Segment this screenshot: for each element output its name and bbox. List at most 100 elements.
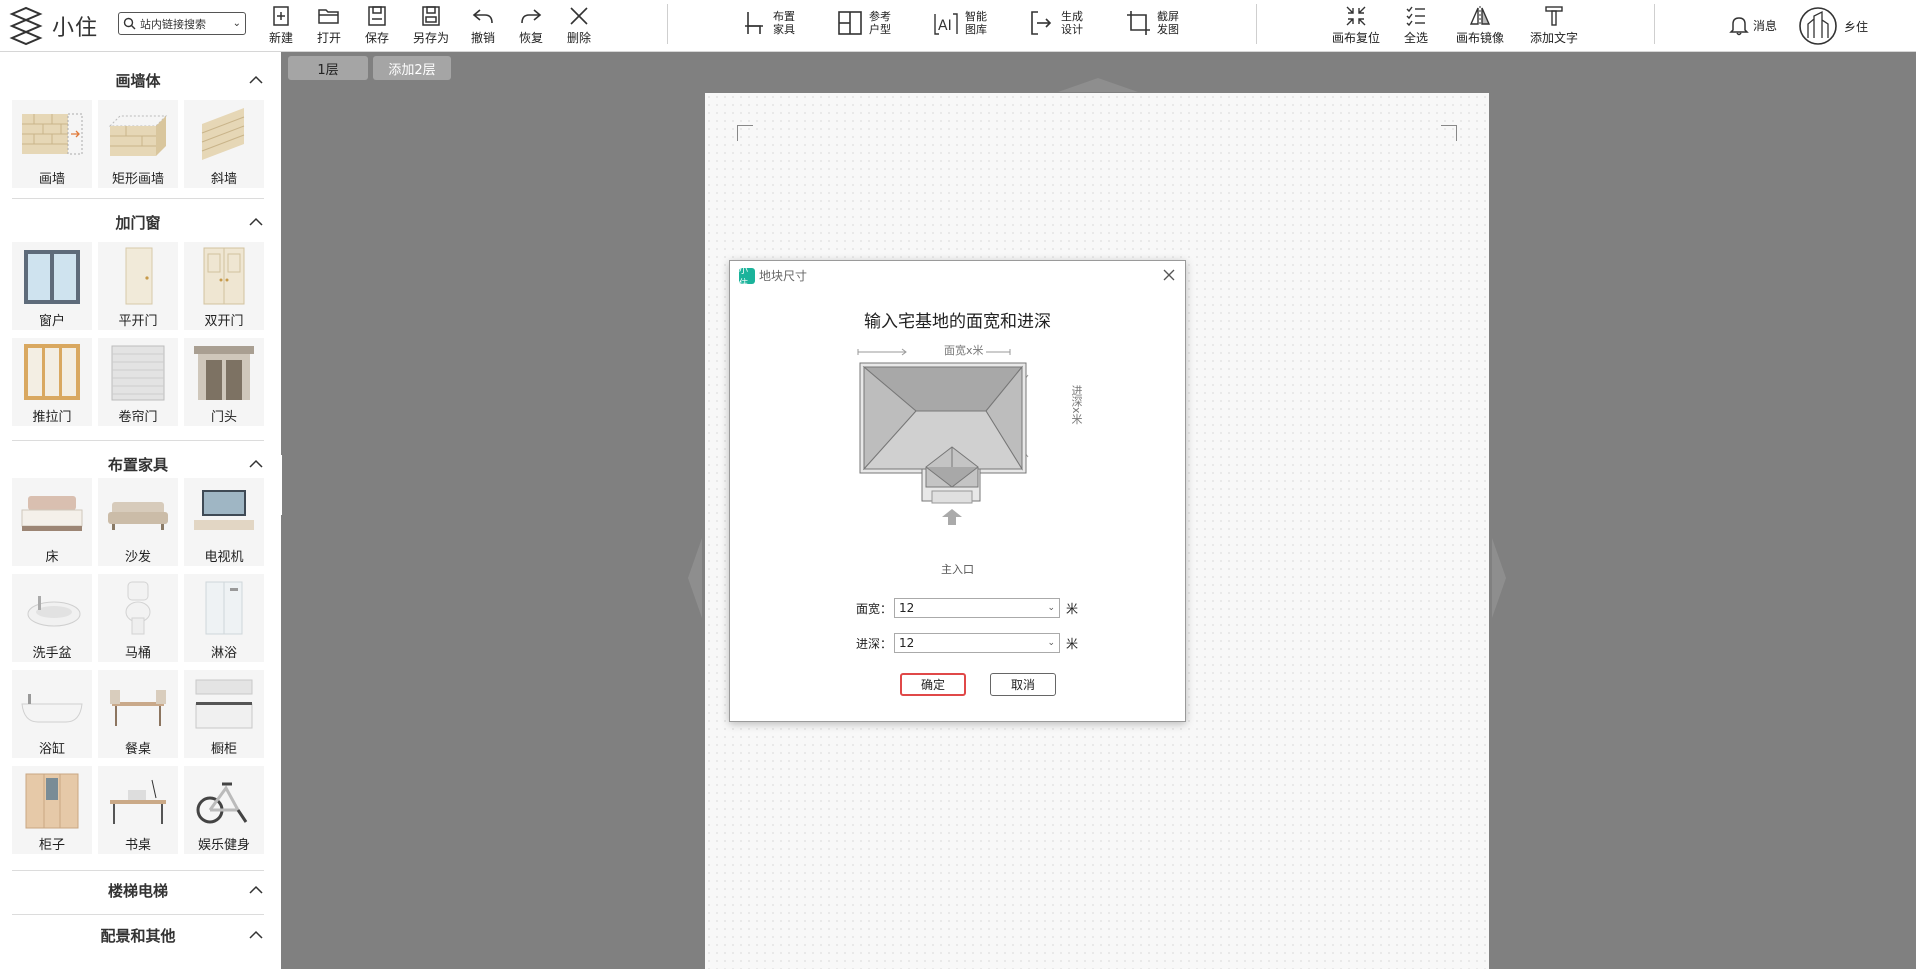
cancel-button[interactable]: 取消 bbox=[990, 673, 1056, 696]
tv-icon bbox=[194, 490, 254, 530]
generate-design-button[interactable]: 生成 设计 bbox=[1028, 8, 1083, 38]
select-all-button[interactable]: 全选 bbox=[1404, 4, 1428, 46]
mirror-canvas-button[interactable]: 画布镜像 bbox=[1456, 4, 1504, 46]
tool-draw-wall[interactable]: 画墙 bbox=[12, 100, 92, 188]
chevron-up-icon[interactable] bbox=[248, 882, 264, 898]
width-select[interactable]: 12 ⌄ bbox=[894, 598, 1060, 618]
new-button[interactable]: 新建 bbox=[269, 4, 293, 46]
tool-dining-table[interactable]: 餐桌 bbox=[98, 670, 178, 758]
reference-plan-button[interactable]: 参考 户型 bbox=[836, 8, 891, 38]
section-header-others[interactable]: 配景和其他 bbox=[12, 921, 264, 949]
scroll-up-icon[interactable] bbox=[1058, 78, 1138, 92]
depth-label: 进深： bbox=[856, 636, 893, 651]
section-divider bbox=[12, 914, 264, 915]
tool-slant-wall[interactable]: 斜墙 bbox=[184, 100, 264, 188]
section-header-stairs[interactable]: 楼梯电梯 bbox=[12, 876, 264, 904]
scroll-left-icon[interactable] bbox=[688, 538, 702, 618]
section-header-doors[interactable]: 加门窗 bbox=[12, 208, 264, 236]
avatar bbox=[1799, 7, 1837, 45]
top-toolbar: 小住 站内链接搜索 ⌄ 新建 打开 保存 另存为 撤销 恢复 删除 布置家具 bbox=[0, 0, 1916, 52]
tool-toilet[interactable]: 马桶 bbox=[98, 574, 178, 662]
export-arrow-icon bbox=[1031, 11, 1052, 35]
tool-washbasin[interactable]: 洗手盆 bbox=[12, 574, 92, 662]
sofa-icon bbox=[108, 502, 168, 530]
width-value: 12 bbox=[899, 601, 915, 615]
redo-button[interactable]: 恢复 bbox=[519, 4, 543, 46]
depth-hint-label: 进深x米 bbox=[1068, 383, 1084, 427]
add-text-button[interactable]: 添加文字 bbox=[1530, 4, 1578, 46]
section-header-walls[interactable]: 画墙体 bbox=[12, 66, 264, 94]
dialog-title: 地块尺寸 bbox=[759, 269, 808, 283]
app-logo[interactable]: 小住 bbox=[6, 6, 98, 46]
save-button[interactable]: 保存 bbox=[365, 4, 389, 46]
crop-mark bbox=[737, 125, 753, 141]
tool-label: 床 bbox=[45, 550, 59, 565]
tool-double-door[interactable]: 双开门 bbox=[184, 242, 264, 330]
close-icon[interactable] bbox=[1161, 267, 1177, 283]
checklist-icon bbox=[1406, 6, 1425, 27]
dialog-heading: 输入宅基地的面宽和进深 bbox=[864, 312, 1051, 332]
design-label-2: 设计 bbox=[1061, 23, 1083, 36]
chevron-down-icon: ⌄ bbox=[1047, 638, 1055, 648]
section-header-furniture[interactable]: 布置家具 bbox=[12, 450, 264, 478]
tool-roller-door[interactable]: 卷帘门 bbox=[98, 338, 178, 426]
section-divider bbox=[12, 198, 264, 199]
search-icon bbox=[123, 17, 136, 30]
tool-label: 平开门 bbox=[118, 314, 158, 329]
depth-select[interactable]: 12 ⌄ bbox=[894, 633, 1060, 653]
tool-sliding-door[interactable]: 推拉门 bbox=[12, 338, 92, 426]
tab-floor-1[interactable]: 1层 bbox=[288, 56, 368, 80]
tool-sofa[interactable]: 沙发 bbox=[98, 478, 178, 566]
open-button[interactable]: 打开 bbox=[317, 4, 341, 46]
tool-bathtub[interactable]: 浴缸 bbox=[12, 670, 92, 758]
tool-desk[interactable]: 书桌 bbox=[98, 766, 178, 854]
chevron-up-icon[interactable] bbox=[248, 456, 264, 472]
open-label: 打开 bbox=[317, 31, 342, 45]
site-search-select[interactable]: 站内链接搜索 ⌄ bbox=[118, 12, 246, 35]
tool-window[interactable]: 窗户 bbox=[12, 242, 92, 330]
tool-label: 窗户 bbox=[38, 314, 65, 329]
tool-cabinet[interactable]: 橱柜 bbox=[184, 670, 264, 758]
shower-icon bbox=[205, 581, 243, 635]
user-menu[interactable]: 乡住 bbox=[1798, 6, 1868, 46]
tool-wardrobe[interactable]: 柜子 bbox=[12, 766, 92, 854]
tool-bed[interactable]: 床 bbox=[12, 478, 92, 566]
tool-door-head[interactable]: 门头 bbox=[184, 338, 264, 426]
tab-add-floor-2[interactable]: 添加2层 bbox=[373, 56, 451, 80]
confirm-button[interactable]: 确定 bbox=[900, 673, 966, 696]
crop-mark bbox=[1441, 125, 1457, 141]
smart-gallery-button[interactable]: AI 智能 图库 bbox=[932, 8, 987, 38]
scroll-right-icon[interactable] bbox=[1492, 538, 1506, 618]
tool-tv[interactable]: 电视机 bbox=[184, 478, 264, 566]
tool-label: 双开门 bbox=[204, 314, 244, 329]
tool-shower[interactable]: 淋浴 bbox=[184, 574, 264, 662]
window-icon bbox=[24, 250, 80, 304]
furniture-button[interactable]: 布置 家具 bbox=[740, 8, 795, 38]
screenshot-button[interactable]: 截屏 发图 bbox=[1124, 8, 1179, 38]
tool-label: 淋浴 bbox=[210, 646, 237, 661]
chevron-up-icon[interactable] bbox=[248, 72, 264, 88]
tool-fitness[interactable]: 娱乐健身 bbox=[184, 766, 264, 854]
section-title: 楼梯电梯 bbox=[107, 881, 168, 900]
tool-label: 推拉门 bbox=[32, 410, 72, 425]
plot-size-dialog: 小住 地块尺寸 输入宅基地的面宽和进深 面宽x米 进深x米 主入口 面宽： 12… bbox=[729, 260, 1186, 722]
save-as-button[interactable]: 另存为 bbox=[413, 4, 449, 46]
delete-label: 删除 bbox=[567, 31, 592, 45]
tool-swing-door[interactable]: 平开门 bbox=[98, 242, 178, 330]
redo-icon bbox=[521, 9, 542, 24]
sidebar: 画墙体 画墙 矩形画墙 斜墙 加门窗 窗户 平开门 双开门 推拉门 卷帘门 门头… bbox=[0, 52, 281, 969]
reference-label-1: 参考 bbox=[869, 10, 891, 23]
undo-button[interactable]: 撤销 bbox=[471, 4, 495, 46]
smart-label-2: 图库 bbox=[965, 23, 987, 36]
entrance-label: 主入口 bbox=[941, 563, 974, 576]
chevron-up-icon[interactable] bbox=[248, 214, 264, 230]
toolbar-divider bbox=[667, 4, 668, 44]
messages-button[interactable]: 消息 bbox=[1728, 14, 1777, 36]
delete-button[interactable]: 删除 bbox=[567, 4, 591, 46]
text-icon bbox=[1545, 6, 1563, 26]
dining-table-icon bbox=[110, 690, 166, 726]
brick-wall-icon bbox=[22, 113, 83, 155]
reset-canvas-button[interactable]: 画布复位 bbox=[1332, 4, 1380, 46]
tool-rect-wall[interactable]: 矩形画墙 bbox=[98, 100, 178, 188]
chevron-up-icon[interactable] bbox=[248, 927, 264, 943]
